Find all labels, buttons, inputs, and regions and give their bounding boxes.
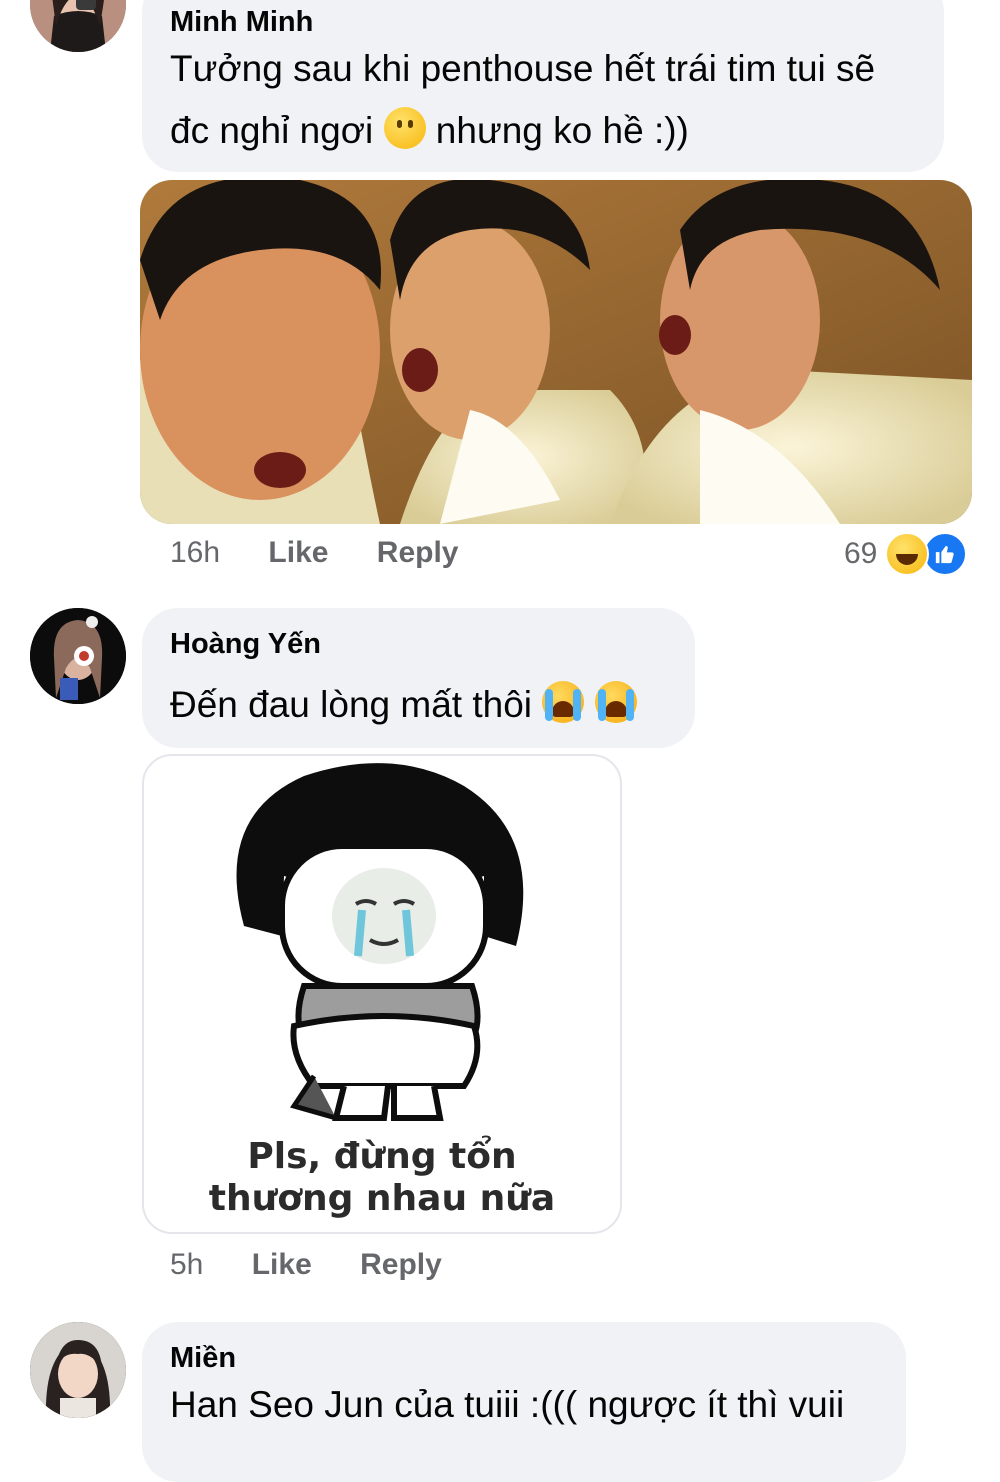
- comment-bubble-1[interactable]: Minh Minh Tưởng sau khi penthouse hết tr…: [142, 0, 944, 172]
- haha-icon: [885, 532, 930, 576]
- avatar-mien[interactable]: [30, 1322, 126, 1418]
- comment-time[interactable]: 16h: [170, 536, 220, 569]
- avatar-minh-minh[interactable]: [30, 0, 126, 52]
- comment-text: Tưởng sau khi penthouse hết trái tim tui…: [170, 38, 875, 162]
- reaction-count: 69: [844, 537, 878, 570]
- loudly-crying-emoji-icon: [542, 681, 585, 723]
- comment-text-line2: đc nghỉ ngơi nhưng ko hề :)): [170, 100, 875, 162]
- like-button[interactable]: Like: [252, 1248, 312, 1281]
- comment-bubble-3[interactable]: Miền Han Seo Jun của tuiii :((( ngược ít…: [142, 1322, 906, 1482]
- comment-text-line1: Tưởng sau khi penthouse hết trái tim tui…: [170, 48, 876, 89]
- sticker-caption: Pls, đừng tổn thương nhau nữa: [208, 1136, 556, 1219]
- thumbs-up-icon: [936, 545, 955, 564]
- comment-photo-attachment[interactable]: [140, 180, 972, 524]
- reply-button[interactable]: Reply: [360, 1248, 442, 1281]
- comment-text: Đến đau lòng mất thôi: [170, 674, 637, 736]
- comment-time[interactable]: 5h: [170, 1248, 203, 1281]
- slightly-smiling-emoji-icon: [383, 107, 426, 149]
- comment-sticker-attachment[interactable]: Pls, đừng tổn thương nhau nữa: [142, 754, 622, 1234]
- avatar-photo: [30, 0, 126, 52]
- comment-meta-2: 5h Like Reply: [170, 1248, 482, 1282]
- like-button[interactable]: Like: [268, 536, 328, 569]
- reply-button[interactable]: Reply: [377, 536, 459, 569]
- avatar-photo: [30, 608, 126, 704]
- crying-mushroom-head-sticker: [236, 763, 524, 1121]
- comment-author[interactable]: Hoàng Yến: [170, 628, 321, 661]
- avatar-photo: [30, 1322, 126, 1418]
- comment-author[interactable]: Miền: [170, 1342, 236, 1375]
- like-icon: [923, 532, 968, 576]
- loudly-crying-emoji-icon: [594, 681, 637, 723]
- comment-meta-1: 16h Like Reply: [170, 536, 498, 570]
- comment-bubble-2[interactable]: Hoàng Yến Đến đau lòng mất thôi: [142, 608, 695, 748]
- reaction-summary[interactable]: 69: [844, 532, 968, 576]
- avatar-hoang-yen[interactable]: [30, 608, 126, 704]
- meme-photo: [140, 180, 972, 524]
- comment-text: Han Seo Jun của tuiii :((( ngược ít thì …: [170, 1384, 845, 1425]
- comment-author[interactable]: Minh Minh: [170, 6, 313, 39]
